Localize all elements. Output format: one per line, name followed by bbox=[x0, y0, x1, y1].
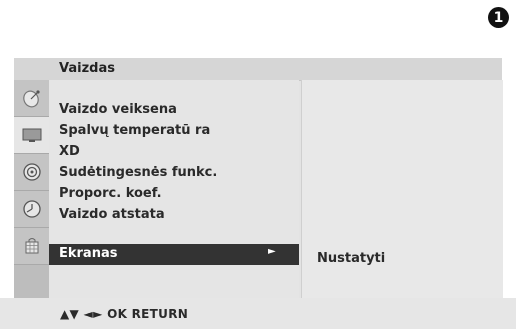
menu-item-xd[interactable]: XD bbox=[59, 144, 80, 159]
navigation-hint: ▲▼ ◄► OK RETURN bbox=[60, 307, 189, 321]
menu-title: Vaizdas bbox=[59, 61, 115, 76]
navigation-hint-bar: ▲▼ ◄► OK RETURN bbox=[0, 298, 516, 329]
lock-grid-icon[interactable] bbox=[14, 228, 49, 265]
submenu-option-nustatyti[interactable]: Nustatyti bbox=[317, 251, 385, 266]
menu-item-ekranas-selected[interactable]: Ekranas ► bbox=[49, 244, 299, 265]
menu-item-vaizdo-veiksena[interactable]: Vaizdo veiksena bbox=[59, 102, 177, 117]
menu-items-panel: Vaizdo veiksena Spalvų temperatū ra XD S… bbox=[49, 80, 299, 298]
clock-icon[interactable] bbox=[14, 191, 49, 228]
selected-item-label: Ekranas bbox=[59, 246, 118, 261]
osd-menu: Vaizdas Vaizdo veiksena Spalvų temperatū… bbox=[14, 58, 503, 298]
menu-item-sudetingesnes-funkc[interactable]: Sudėtingesnės funkc. bbox=[59, 165, 217, 180]
menu-item-proporc-koef[interactable]: Proporc. koef. bbox=[59, 186, 162, 201]
satellite-dish-icon[interactable] bbox=[14, 80, 49, 117]
menu-item-spalvu-temperatura[interactable]: Spalvų temperatū ra bbox=[59, 123, 210, 138]
submenu-arrow-icon: ► bbox=[268, 246, 276, 257]
menu-title-bar: Vaizdas bbox=[14, 58, 502, 81]
tv-screen-icon[interactable] bbox=[14, 117, 49, 154]
step-number-badge: 1 bbox=[488, 7, 509, 28]
menu-item-vaizdo-atstata[interactable]: Vaizdo atstata bbox=[59, 207, 165, 222]
speaker-icon[interactable] bbox=[14, 154, 49, 191]
menu-icon-column bbox=[14, 80, 49, 298]
